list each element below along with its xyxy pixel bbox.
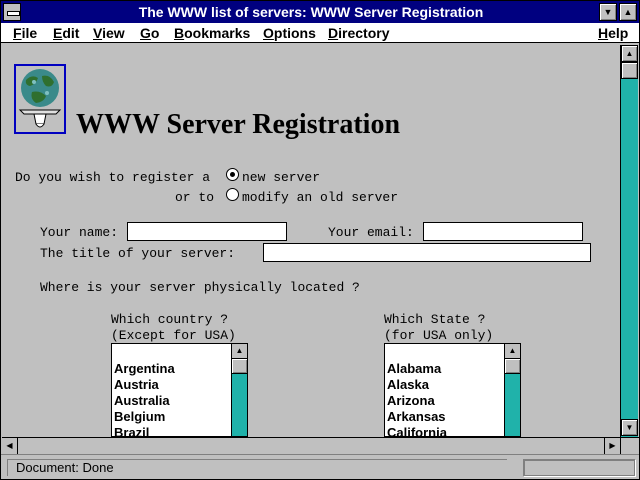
state-list-scrollbar[interactable]: ▲ [504, 344, 520, 436]
system-menu-button[interactable] [3, 3, 21, 21]
radio-modify-server-label: modify an old server [242, 190, 399, 205]
menu-go[interactable]: Go [140, 25, 159, 41]
country-subheading: (Except for USA) [111, 328, 236, 343]
or-to-label: or to [175, 190, 215, 205]
country-option[interactable]: Argentina [114, 361, 175, 377]
server-title-input[interactable] [263, 243, 591, 262]
page-title: WWW Server Registration [76, 109, 401, 140]
horizontal-scrollbar[interactable]: ◀ ▶ [2, 437, 620, 454]
location-question: Where is your server physically located … [40, 280, 360, 295]
status-text: Document: Done [7, 459, 507, 476]
state-list: Alabama Alaska Arizona Arkansas Californ… [387, 361, 447, 436]
page-content: WWW Server Registration Do you wish to r… [2, 45, 620, 437]
globe-on-tray-icon [14, 64, 66, 134]
vertical-scroll-thumb[interactable] [621, 62, 638, 79]
arrow-up-icon[interactable]: ▲ [232, 344, 247, 359]
state-option[interactable]: Arkansas [387, 409, 447, 425]
server-title-label: The title of your server: [40, 246, 236, 261]
menu-bookmarks[interactable]: Bookmarks [174, 25, 250, 41]
arrow-right-icon[interactable]: ▶ [604, 438, 620, 454]
radio-new-server[interactable] [226, 168, 239, 181]
window-title: The WWW list of servers: WWW Server Regi… [138, 4, 484, 20]
country-option[interactable]: Belgium [114, 409, 175, 425]
state-subheading: (for USA only) [384, 328, 494, 343]
status-bar: Document: Done [1, 454, 639, 479]
state-option[interactable]: Alabama [387, 361, 447, 377]
country-option[interactable]: Australia [114, 393, 175, 409]
state-option[interactable]: Alaska [387, 377, 447, 393]
menu-file[interactable]: File [13, 25, 37, 41]
menu-edit[interactable]: Edit [53, 25, 79, 41]
register-prompt: Do you wish to register a [15, 170, 211, 185]
menu-view[interactable]: View [93, 25, 125, 41]
country-listbox[interactable]: Argentina Austria Australia Belgium Braz… [111, 343, 248, 437]
menu-bar: File Edit View Go Bookmarks Options Dire… [1, 23, 639, 43]
arrow-up-icon[interactable]: ▲ [505, 344, 520, 359]
state-listbox[interactable]: Alabama Alaska Arizona Arkansas Californ… [384, 343, 521, 437]
name-input[interactable] [127, 222, 287, 241]
country-list: Argentina Austria Australia Belgium Braz… [114, 361, 175, 436]
email-input[interactable] [423, 222, 583, 241]
country-scroll-thumb[interactable] [232, 359, 247, 374]
state-option[interactable]: California [387, 425, 447, 436]
country-heading: Which country ? [111, 312, 229, 327]
country-option[interactable]: Austria [114, 377, 175, 393]
radio-new-server-label: new server [242, 170, 321, 185]
state-scroll-thumb[interactable] [505, 359, 520, 374]
browser-window: The WWW list of servers: WWW Server Regi… [0, 0, 640, 480]
menu-directory[interactable]: Directory [328, 25, 389, 41]
arrow-down-icon[interactable]: ▼ [621, 419, 638, 436]
arrow-left-icon[interactable]: ◀ [2, 438, 18, 454]
vertical-scrollbar[interactable]: ▲ ▼ [620, 45, 638, 437]
email-label: Your email: [328, 225, 414, 240]
scrollbar-corner [620, 437, 639, 454]
state-option[interactable]: Arizona [387, 393, 447, 409]
progress-indicator [523, 459, 635, 476]
title-bar: The WWW list of servers: WWW Server Regi… [1, 1, 639, 23]
country-list-scrollbar[interactable]: ▲ [231, 344, 247, 436]
minimize-button[interactable]: ▼ [599, 3, 617, 21]
maximize-button[interactable]: ▲ [619, 3, 637, 21]
menu-options[interactable]: Options [263, 25, 316, 41]
menu-help[interactable]: Help [598, 25, 628, 41]
name-label: Your name: [40, 225, 119, 240]
radio-modify-server[interactable] [226, 188, 239, 201]
country-option[interactable]: Brazil [114, 425, 175, 436]
arrow-up-icon[interactable]: ▲ [621, 45, 638, 62]
state-heading: Which State ? [384, 312, 486, 327]
